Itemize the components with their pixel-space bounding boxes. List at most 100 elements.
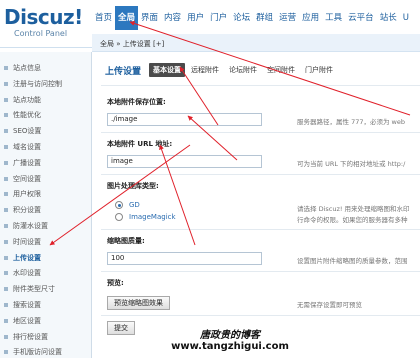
sidebar-item[interactable]: 防灌水设置 <box>4 220 90 233</box>
sidebar-item-label: 注册与访问控制 <box>13 79 62 88</box>
sidebar-item[interactable]: 性能优化 <box>4 109 90 122</box>
topnav-item[interactable]: 论坛 <box>230 6 253 30</box>
attach-dir-input[interactable]: ./image <box>107 113 262 126</box>
radio-gd-dot[interactable] <box>115 201 123 209</box>
bullet-icon <box>4 224 8 228</box>
bullet-icon <box>4 192 8 197</box>
sidebar-item[interactable]: 广播设置 <box>4 157 90 170</box>
sidebar-item[interactable]: 排行榜设置 <box>4 331 90 344</box>
sidebar-item[interactable]: 用户权限 <box>4 188 90 201</box>
logo-subtitle: Control Panel <box>14 29 68 38</box>
breadcrumb: 全局 » 上传设置 [+] <box>100 40 165 48</box>
bullet-icon <box>4 271 8 276</box>
sidebar-item-label: 空间设置 <box>13 174 41 183</box>
topnav-item[interactable]: 全局 <box>115 6 139 30</box>
bullet-icon <box>4 97 8 102</box>
bullet-icon <box>4 81 8 86</box>
bullet-icon <box>4 350 8 355</box>
topnav-item[interactable]: 云平台 <box>345 6 377 30</box>
sidebar-item-label: 域名设置 <box>13 143 41 151</box>
divider <box>101 174 420 175</box>
subtabs: 上传设置 基本设置 远程附件 论坛附件 空间附件 门户附件 <box>105 63 339 77</box>
attach-url-input[interactable]: image <box>107 155 262 168</box>
sidebar-item[interactable]: 注册与访问控制 <box>4 78 90 91</box>
divider <box>101 229 420 230</box>
sidebar-item-label: 性能优化 <box>13 111 41 120</box>
thumb-quality-tip: 设置图片附件缩略图的质量参数，范围 <box>297 257 408 265</box>
top-nav: 首页 全局 界面 内容 用户 门户 论坛 群组 运营 应用 工具 云平台 站长 U <box>92 6 412 30</box>
watermark-title: 唐政贵的博客 <box>200 330 260 341</box>
sidebar-item[interactable]: 域名设置 <box>4 141 90 154</box>
image-lib-tip-2: 行命令的权限。如果您的服务器有多种 <box>297 216 408 224</box>
topnav-item[interactable]: 站长 <box>377 6 400 30</box>
topnav-item[interactable]: 门户 <box>207 6 230 30</box>
bullet-icon <box>4 145 8 149</box>
sidebar-item[interactable]: 站点信息 <box>4 62 90 75</box>
watermark-url: www.tangzhigui.com <box>171 341 289 352</box>
subtab[interactable]: 基本设置 <box>149 63 186 77</box>
bullet-icon <box>4 303 8 307</box>
submit-button[interactable]: 提交 <box>107 321 135 335</box>
sidebar-item-label: 积分设置 <box>13 206 41 215</box>
sidebar-item-label: 站点功能 <box>13 95 41 104</box>
radio-imagemagick[interactable]: ImageMagick <box>115 213 176 221</box>
image-lib-tip-1: 请选择 Discuz! 用来处理缩略图和水印 <box>297 205 410 213</box>
divider <box>101 271 420 272</box>
sidebar-item-label: 时间设置 <box>13 237 41 246</box>
sidebar-item[interactable]: 空间设置 <box>4 173 90 186</box>
topnav-item[interactable]: U <box>400 6 412 30</box>
sidebar-item[interactable]: 地区设置 <box>4 315 90 328</box>
radio-imagemagick-dot[interactable] <box>115 213 123 221</box>
preview-thumb-button[interactable]: 预览缩略图效果 <box>107 296 170 310</box>
image-lib-label: 图片处理库类型: <box>107 182 159 190</box>
breadcrumb-bar: 全局 » 上传设置 [+] <box>92 34 420 52</box>
sidebar-item[interactable]: SEO设置 <box>4 125 90 138</box>
subtab[interactable]: 远程附件 <box>187 63 223 77</box>
divider <box>101 85 420 86</box>
bullet-icon <box>4 160 8 165</box>
sidebar-item-label: 用户权限 <box>13 190 41 199</box>
topnav-item[interactable]: 内容 <box>161 6 184 30</box>
divider <box>101 132 420 133</box>
discuz-logo[interactable]: Discuz! Control Panel <box>4 6 90 38</box>
topnav-item[interactable]: 运营 <box>276 6 299 30</box>
attach-url-label: 本地附件 URL 地址: <box>107 140 173 148</box>
thumb-quality-input[interactable]: 100 <box>107 252 262 265</box>
sidebar-item[interactable]: 上传设置 <box>4 252 90 265</box>
subtab[interactable]: 门户附件 <box>301 63 337 77</box>
sidebar-item[interactable]: 手机版访问设置 <box>4 346 90 358</box>
sidebar-item-label: 上传设置 <box>13 253 41 262</box>
logo-title: Discuz! <box>4 5 83 29</box>
sidebar-item[interactable]: 水印设置 <box>4 267 90 280</box>
topnav-item[interactable]: 群组 <box>253 6 276 30</box>
topnav-item[interactable]: 用户 <box>184 6 207 30</box>
sidebar-item-label: 地区设置 <box>13 316 41 325</box>
subtab[interactable]: 空间附件 <box>263 63 299 77</box>
bullet-icon <box>4 129 8 134</box>
sidebar-item[interactable]: 时间设置 <box>4 236 90 249</box>
bullet-icon <box>4 287 8 292</box>
sidebar-item-label: 手机版访问设置 <box>13 348 62 357</box>
subtab[interactable]: 论坛附件 <box>225 63 261 77</box>
topnav-item[interactable]: 首页 <box>92 6 115 30</box>
topnav-item[interactable]: 应用 <box>299 6 322 30</box>
sidebar-item-label: 搜索设置 <box>13 301 41 309</box>
sidebar-item-label: 排行榜设置 <box>13 332 48 341</box>
thumb-quality-label: 缩略图质量: <box>107 237 145 245</box>
bullet-icon <box>4 239 8 244</box>
sidebar-item[interactable]: 站点功能 <box>4 94 90 107</box>
radio-gd[interactable]: GD <box>115 201 140 209</box>
preview-tip: 无需保存设置即可预览 <box>297 301 362 309</box>
sidebar-item-label: 广播设置 <box>13 158 41 167</box>
topnav-item[interactable]: 界面 <box>138 6 161 30</box>
radio-gd-label: GD <box>129 201 140 209</box>
sidebar-item[interactable]: 搜索设置 <box>4 299 90 312</box>
sidebar-item[interactable]: 积分设置 <box>4 204 90 217</box>
blog-watermark: 唐政贵的博客 www.tangzhigui.com <box>150 326 310 352</box>
attach-url-tip: 可为当前 URL 下的相对地址或 http:/ <box>297 160 406 168</box>
divider <box>101 315 420 316</box>
topnav-item[interactable]: 工具 <box>322 6 345 30</box>
preview-label: 预览: <box>107 279 124 287</box>
bullet-icon <box>4 176 8 181</box>
sidebar-item[interactable]: 附件类型尺寸 <box>4 283 90 296</box>
